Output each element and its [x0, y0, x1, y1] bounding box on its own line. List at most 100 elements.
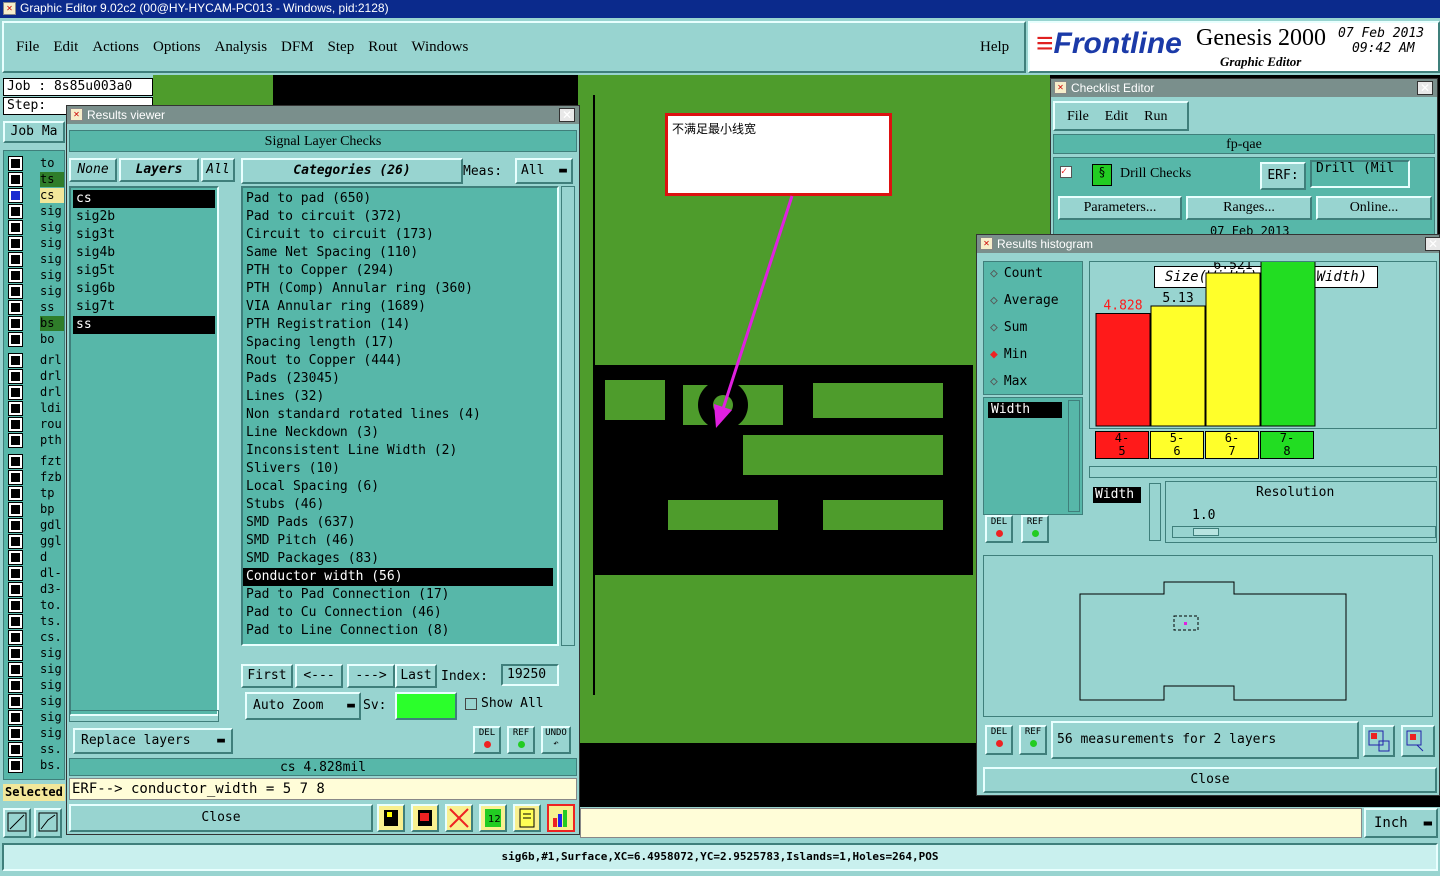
layer-checkbox[interactable] [9, 759, 22, 772]
stat-option-count[interactable]: ◇ Count [990, 266, 1043, 286]
close-button[interactable]: Close [69, 804, 373, 832]
layer-row[interactable]: sig [6, 726, 64, 741]
layer-name[interactable]: ldi [40, 401, 64, 416]
layer-row[interactable]: sig [6, 710, 64, 725]
layer-row[interactable]: bo [6, 332, 64, 347]
layer-checkbox[interactable] [9, 354, 22, 367]
preview-del-button[interactable]: DEL [985, 725, 1013, 755]
replace-layers-select[interactable]: Replace layers ▬ [73, 728, 233, 754]
sv-color-select[interactable] [395, 692, 457, 720]
zoom-home-icon[interactable] [1401, 725, 1435, 757]
layer-name[interactable]: cs [40, 188, 64, 203]
layer-name[interactable]: sig [40, 710, 64, 725]
layer-row[interactable]: bs. [6, 758, 64, 773]
category-item[interactable]: Pad to circuit (372) [243, 208, 553, 226]
layer-checkbox[interactable] [9, 333, 22, 346]
layer-name[interactable]: drl [40, 385, 64, 400]
layer-row[interactable]: bp [6, 502, 64, 517]
layer-checkbox[interactable] [9, 631, 22, 644]
histogram-del-button[interactable]: DEL [985, 515, 1013, 543]
category-item[interactable]: Pads (23045) [243, 370, 553, 388]
layer-checkbox[interactable] [9, 679, 22, 692]
layer-name[interactable]: cs. [40, 630, 64, 645]
layer-name[interactable]: gdl [40, 518, 64, 533]
layer-row[interactable]: ts. [6, 614, 64, 629]
layer-name[interactable]: d3- [40, 582, 64, 597]
check-item-name[interactable]: Drill Checks [1120, 166, 1191, 182]
layer-name[interactable]: bo [40, 332, 64, 347]
layer-name[interactable]: sig [40, 220, 64, 235]
layer-checkbox[interactable] [9, 663, 22, 676]
layer-checkbox[interactable] [9, 727, 22, 740]
layer-checkbox[interactable] [9, 711, 22, 724]
layer-name[interactable]: ss [40, 300, 64, 315]
layer-checkbox[interactable] [9, 221, 22, 234]
stat-option-min[interactable]: ◆ Min [990, 347, 1027, 367]
layer-row[interactable]: cs. [6, 630, 64, 645]
layer-checkbox[interactable] [9, 567, 22, 580]
index-input[interactable]: 19250 [501, 664, 559, 686]
layer-name[interactable]: fzb [40, 470, 64, 485]
layer-name[interactable]: to. [40, 598, 64, 613]
layer-name[interactable]: tp [40, 486, 64, 501]
category-item[interactable]: Pad to Line Connection (8) [243, 622, 553, 640]
layer-row[interactable]: rou [6, 417, 64, 432]
online-button[interactable]: Online... [1316, 196, 1432, 220]
checklist-menu-file[interactable]: File [1067, 109, 1089, 124]
layer-checkbox[interactable] [9, 695, 22, 708]
layer-item[interactable]: sig4b [73, 244, 215, 262]
layer-name[interactable]: sig [40, 268, 64, 283]
layer-checkbox[interactable] [9, 471, 22, 484]
layer-checkbox[interactable] [9, 743, 22, 756]
layer-row[interactable]: ldi [6, 401, 64, 416]
layer-item[interactable]: sig7t [73, 298, 215, 316]
stat-option-max[interactable]: ◇ Max [990, 374, 1027, 394]
layer-checkbox[interactable] [9, 615, 22, 628]
layer-row[interactable]: sig [6, 284, 64, 299]
layer-checkbox[interactable] [9, 487, 22, 500]
zoom-fit-icon[interactable] [1363, 725, 1395, 757]
menu-file[interactable]: File [16, 39, 39, 55]
histogram-bar[interactable] [1095, 313, 1151, 427]
histogram-bar[interactable] [1150, 305, 1206, 427]
layer-checkbox[interactable] [9, 269, 22, 282]
layer-row[interactable]: fzb [6, 470, 64, 485]
category-item[interactable]: SMD Pads (637) [243, 514, 553, 532]
layer-checkbox[interactable] [9, 402, 22, 415]
prev-button[interactable]: <--- [295, 664, 343, 688]
category-item[interactable]: Inconsistent Line Width (2) [243, 442, 553, 460]
category-item[interactable]: Conductor width (56) [243, 568, 553, 586]
layer-row[interactable]: bs [6, 316, 64, 331]
menu-step[interactable]: Step [328, 39, 355, 55]
category-item[interactable]: Local Spacing (6) [243, 478, 553, 496]
next-button[interactable]: ---> [347, 664, 395, 688]
layer-checkbox[interactable] [9, 189, 22, 202]
menu-actions[interactable]: Actions [92, 39, 139, 55]
auto-zoom-select[interactable]: Auto Zoom ▬ [245, 692, 361, 720]
layer-checkbox[interactable] [9, 535, 22, 548]
undo-button[interactable]: UNDO ↶ [541, 726, 571, 754]
layer-checkbox[interactable] [9, 599, 22, 612]
notes-icon[interactable] [513, 804, 541, 832]
close-icon[interactable]: ✕ [1417, 81, 1433, 95]
ref-delete-icon[interactable] [445, 804, 473, 832]
layer-row[interactable]: sig [6, 646, 64, 661]
last-button[interactable]: Last [395, 664, 437, 688]
layer-checkbox[interactable] [9, 647, 22, 660]
erf-value[interactable]: Drill (Mil [1310, 160, 1410, 188]
ref-button[interactable]: REF [507, 726, 535, 754]
category-item[interactable]: Lines (32) [243, 388, 553, 406]
histogram-bar[interactable] [1205, 272, 1261, 427]
category-item[interactable]: Non standard rotated lines (4) [243, 406, 553, 424]
layer-checkbox[interactable] [9, 157, 22, 170]
layer-name[interactable]: sig [40, 678, 64, 693]
number-icon[interactable]: 12 [479, 804, 507, 832]
category-item[interactable]: Stubs (46) [243, 496, 553, 514]
layer-row[interactable]: to. [6, 598, 64, 613]
layer-row[interactable]: d3- [6, 582, 64, 597]
meas-select[interactable]: All ▬ [515, 158, 573, 184]
ranges-button[interactable]: Ranges... [1186, 196, 1312, 220]
categories-button[interactable]: Categories (26) [241, 158, 463, 184]
layer-name[interactable]: dl- [40, 566, 64, 581]
layer-row[interactable]: fzt [6, 454, 64, 469]
